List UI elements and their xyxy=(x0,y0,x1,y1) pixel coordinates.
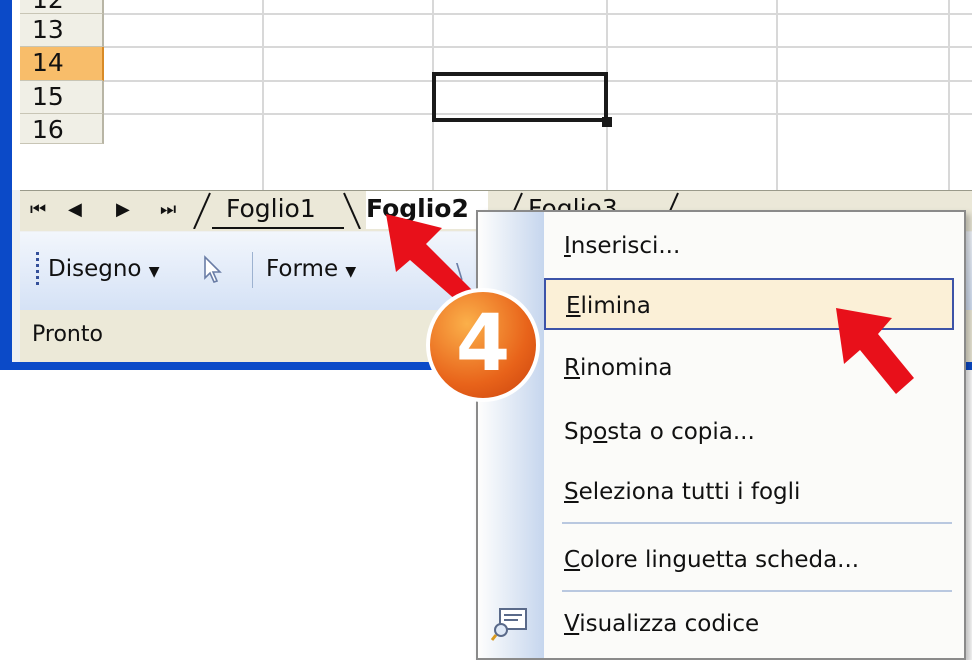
toolbar-separator xyxy=(252,252,253,288)
next-sheet-icon[interactable]: ▶ xyxy=(116,197,130,223)
menu-item-move-copy[interactable]: Sposta o copia... xyxy=(548,406,952,458)
menu-item-label: Seleziona tutti i fogli xyxy=(564,479,801,505)
row-header-14[interactable]: 14 xyxy=(20,47,104,81)
row-header-12[interactable]: 12 xyxy=(20,0,104,14)
select-objects-icon[interactable] xyxy=(200,254,226,284)
shapes-menu-button[interactable]: Forme ▼ xyxy=(266,254,356,287)
grid-line xyxy=(262,0,264,190)
menu-item-view-code[interactable]: Visualizza codice xyxy=(548,598,952,650)
menu-item-label: Visualizza codice xyxy=(564,611,760,637)
window-frame-left xyxy=(0,0,12,370)
tab-foglio1[interactable]: Foglio1 xyxy=(212,191,344,229)
menu-separator xyxy=(562,590,952,592)
grid-line xyxy=(776,0,778,190)
status-text: Pronto xyxy=(32,322,103,347)
toolbar-grip[interactable] xyxy=(36,252,39,286)
sheet-context-menu: Inserisci... Elimina Rinomina Sposta o c… xyxy=(476,210,966,660)
menu-separator xyxy=(562,522,952,524)
menu-item-insert[interactable]: Inserisci... xyxy=(548,220,952,272)
grid-line xyxy=(104,46,972,48)
grid-line xyxy=(948,0,950,190)
annotation-arrow-menu xyxy=(836,308,914,394)
draw-menu-label: Disegno xyxy=(48,256,142,282)
row-header-15[interactable]: 15 xyxy=(20,81,104,114)
menu-item-label: Rinomina xyxy=(564,355,673,381)
menu-item-select-all-sheets[interactable]: Seleziona tutti i fogli xyxy=(548,466,952,518)
last-sheet-icon[interactable]: ⏭ xyxy=(160,197,176,223)
grid-line xyxy=(104,13,972,15)
shapes-menu-label: Forme xyxy=(266,256,339,282)
dropdown-arrow-icon: ▼ xyxy=(148,264,160,280)
first-sheet-icon[interactable]: ⏮ xyxy=(30,197,46,223)
row-header-13[interactable]: 13 xyxy=(20,14,104,47)
previous-sheet-icon[interactable]: ◀ xyxy=(68,197,82,223)
menu-item-label: Colore linguetta scheda... xyxy=(564,547,860,573)
step-badge: 4 xyxy=(426,288,540,402)
dropdown-arrow-icon: ▼ xyxy=(345,264,357,280)
menu-item-tab-color[interactable]: Colore linguetta scheda... xyxy=(548,534,952,586)
selected-cell[interactable] xyxy=(432,72,608,122)
tab-edge xyxy=(193,192,211,229)
view-code-icon xyxy=(490,608,527,641)
tab-edge xyxy=(343,192,361,229)
draw-menu-button[interactable]: Disegno ▼ xyxy=(48,254,160,287)
fill-handle[interactable] xyxy=(602,117,612,127)
row-header-16[interactable]: 16 xyxy=(20,114,104,144)
menu-item-label: Sposta o copia... xyxy=(564,419,755,445)
menu-item-label: Elimina xyxy=(566,293,651,319)
menu-icon-strip xyxy=(478,212,544,658)
menu-item-label: Inserisci... xyxy=(564,233,681,259)
